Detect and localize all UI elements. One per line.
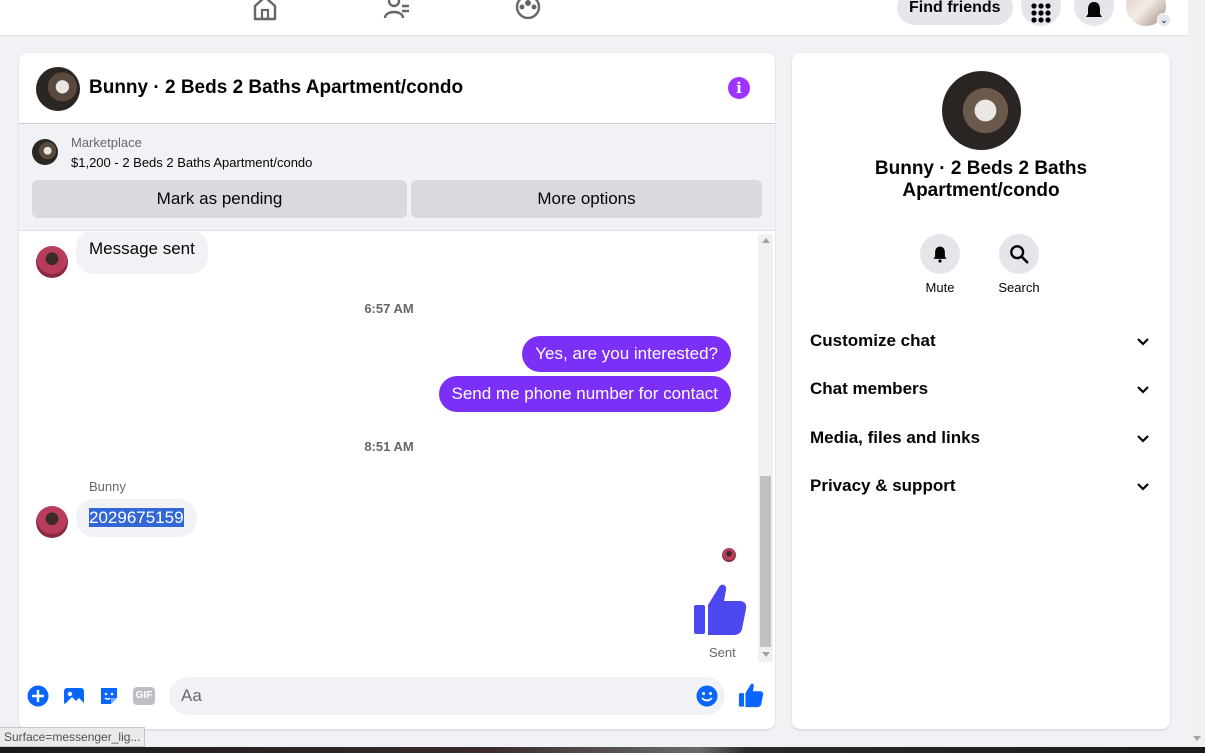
friends-icon[interactable]: [382, 0, 412, 22]
section-privacy-support[interactable]: Privacy & support: [800, 464, 1162, 508]
conversation-title[interactable]: Bunny · 2 Beds 2 Baths Apartment/condo: [89, 77, 463, 99]
section-label: Customize chat: [810, 331, 936, 350]
section-chat-members[interactable]: Chat members: [800, 367, 1162, 411]
message-status: Sent: [709, 645, 736, 660]
like-button-icon[interactable]: [738, 682, 764, 708]
info-icon[interactable]: i: [728, 77, 750, 99]
chat-header: Bunny · 2 Beds 2 Baths Apartment/condo i: [19, 53, 775, 124]
account-chevron-icon[interactable]: ⌄: [1157, 13, 1171, 27]
sticker-icon[interactable]: [98, 685, 120, 707]
section-label: Media, files and links: [810, 428, 981, 447]
browser-status-bar: Surface=messenger_lig...: [0, 727, 146, 747]
mute-button[interactable]: [920, 234, 960, 274]
search-action[interactable]: Search: [989, 234, 1049, 295]
listing-price-title[interactable]: $1,200 - 2 Beds 2 Baths Apartment/condo: [71, 155, 312, 170]
search-icon: [1010, 245, 1029, 264]
message-bubble-outgoing[interactable]: Send me phone number for contact: [438, 376, 731, 412]
sender-avatar[interactable]: [36, 506, 68, 538]
more-options-button[interactable]: More options: [411, 180, 762, 218]
section-label: Chat members: [810, 379, 929, 398]
add-plus-icon[interactable]: [27, 685, 49, 707]
scroll-up-arrow-icon[interactable]: [762, 238, 770, 243]
photo-gallery-icon[interactable]: [63, 685, 85, 707]
details-title: Bunny · 2 Beds 2 Baths Apartment/condo: [874, 158, 1088, 201]
bell-icon: [933, 246, 947, 263]
message-scrollbar[interactable]: [758, 234, 773, 662]
find-friends-button[interactable]: Find friends: [897, 0, 1013, 25]
message-thread[interactable]: Message sent 6:57 AM Yes, are you intere…: [19, 232, 759, 663]
message-composer: GIF: [19, 673, 775, 719]
conversation-avatar[interactable]: [36, 67, 80, 111]
search-button[interactable]: [999, 234, 1039, 274]
scrollbar-thumb[interactable]: [760, 476, 771, 647]
notifications-button[interactable]: [1074, 0, 1114, 26]
chevron-down-icon: [1137, 386, 1149, 394]
chat-panel: Bunny · 2 Beds 2 Baths Apartment/condo i…: [19, 53, 775, 729]
emoji-icon[interactable]: [696, 685, 718, 707]
message-bubble-incoming[interactable]: 2029675159: [76, 499, 197, 537]
chevron-down-icon: [1137, 338, 1149, 346]
bell-icon: [1086, 2, 1102, 17]
menu-button[interactable]: [1021, 0, 1061, 26]
mute-action[interactable]: Mute: [910, 234, 970, 295]
thumbs-up-icon[interactable]: [692, 581, 748, 637]
gif-icon[interactable]: GIF: [133, 687, 155, 705]
section-customize-chat[interactable]: Customize chat: [800, 319, 1162, 363]
mark-as-pending-button[interactable]: Mark as pending: [32, 180, 407, 218]
sender-name: Bunny: [89, 479, 126, 494]
scroll-down-arrow-icon[interactable]: [762, 652, 770, 657]
listing-source: Marketplace: [71, 135, 142, 150]
message-timestamp: 8:51 AM: [364, 439, 414, 454]
section-media-files-links[interactable]: Media, files and links: [800, 416, 1162, 460]
details-avatar[interactable]: [942, 71, 1021, 150]
taskbar-strip: [0, 747, 1205, 753]
grid-menu-icon: [1031, 3, 1051, 23]
message-bubble-incoming[interactable]: Message sent: [76, 232, 208, 274]
top-navigation-bar: Find friends ⌄: [0, 0, 1188, 36]
mute-label: Mute: [925, 280, 955, 295]
sender-avatar[interactable]: [36, 246, 68, 278]
marketplace-listing-banner: Marketplace $1,200 - 2 Beds 2 Baths Apar…: [19, 124, 775, 231]
scroll-down-arrow-icon[interactable]: [1193, 736, 1201, 741]
message-input[interactable]: [169, 677, 725, 715]
message-bubble-outgoing[interactable]: Yes, are you interested?: [522, 336, 731, 372]
page-scrollbar[interactable]: [1188, 0, 1205, 753]
home-icon[interactable]: [250, 0, 280, 22]
seen-indicator-avatar: [722, 548, 736, 562]
chevron-down-icon: [1137, 435, 1149, 443]
listing-thumbnail[interactable]: [32, 139, 58, 165]
section-label: Privacy & support: [810, 476, 956, 495]
chevron-down-icon: [1137, 483, 1149, 491]
selected-phone-number[interactable]: 2029675159: [89, 508, 184, 527]
search-label: Search: [998, 280, 1040, 295]
groups-icon[interactable]: [513, 0, 543, 22]
conversation-details-panel: Bunny · 2 Beds 2 Baths Apartment/condo M…: [792, 53, 1170, 729]
message-timestamp: 6:57 AM: [364, 301, 414, 316]
